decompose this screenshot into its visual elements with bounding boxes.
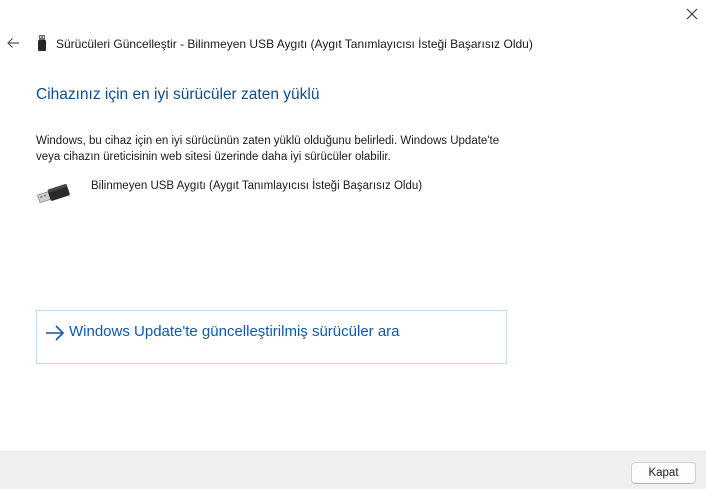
description-text: Windows, bu cihaz için en iyi sürücünün … [36, 134, 536, 165]
search-windows-update-link[interactable]: Windows Update'te güncelleştirilmiş sürü… [36, 310, 507, 364]
description-line: veya cihazın üreticisinin web sitesi üze… [36, 150, 391, 163]
window-close-button[interactable] [680, 3, 704, 25]
device-name: Bilinmeyen USB Aygıtı (Aygıt Tanımlayıcı… [91, 180, 423, 192]
description-line: Windows, bu cihaz için en iyi sürücünün … [36, 135, 500, 147]
update-drivers-window: Sürücüleri Güncelleştir - Bilinmeyen USB… [0, 0, 706, 489]
usb-plug-icon [37, 184, 70, 204]
close-button[interactable]: Kapat [631, 462, 696, 484]
dialog-footer: Kapat [0, 451, 706, 489]
back-arrow-icon [7, 38, 19, 48]
back-button[interactable] [3, 32, 23, 54]
window-title: Sürücüleri Güncelleştir - Bilinmeyen USB… [56, 37, 533, 51]
arrow-right-icon [46, 325, 65, 341]
usb-device-icon [38, 35, 46, 51]
page-heading: Cihazınız için en iyi sürücüler zaten yü… [36, 86, 320, 103]
close-icon [686, 8, 698, 20]
search-link-label: Windows Update'te güncelleştirilmiş sürü… [69, 323, 400, 340]
